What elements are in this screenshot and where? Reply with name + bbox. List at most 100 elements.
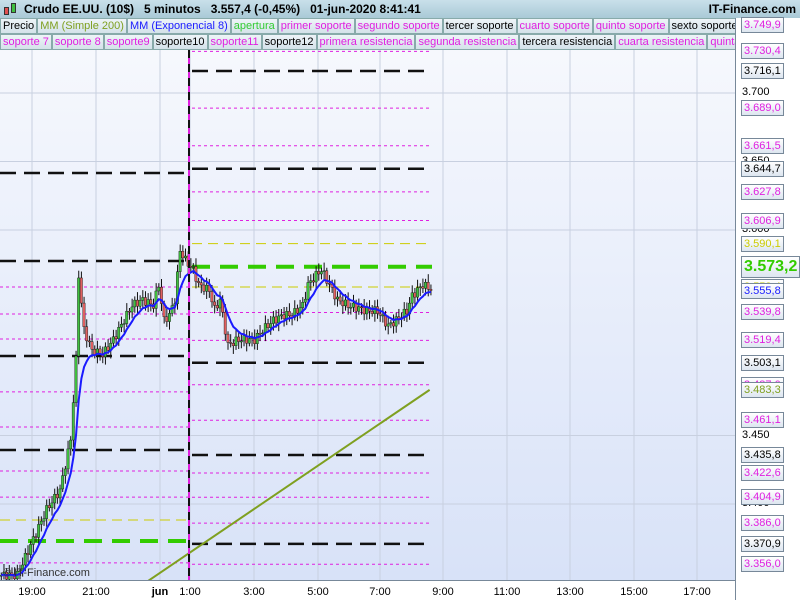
price-level-label: 3.435,8 [741,446,784,463]
price-level-label: 3.590,1 [741,235,784,252]
indicator-tab[interactable]: soporte 7 [0,34,52,50]
indicator-tab[interactable]: primera resistencia [316,34,416,50]
candle-body [178,251,182,272]
time-axis[interactable]: 19:00 21:00 jun 1:00 3:00 5:00 7:00 9:00 11:00 13… [0,580,735,600]
time-tick-label: 19:00 [18,586,46,598]
candle-body [234,336,238,346]
candle-body [319,271,323,275]
candle-body [130,306,134,313]
indicator-tab[interactable]: tercera resistencia [519,34,616,50]
candle-body [106,346,110,351]
watermark: © IT-Finance.com [3,567,90,579]
candle-body [197,281,200,283]
candle-body [87,340,91,343]
time-tick-label: 11:00 [493,586,521,598]
indicator-tab[interactable]: soporte10 [152,34,208,50]
candle-body [287,311,291,317]
candle-body [311,280,315,283]
candle-body [343,299,347,307]
timeframe[interactable]: 5 minutos [144,2,201,16]
candle-body [133,299,137,308]
indicator-tab[interactable]: sexto soporte [668,18,735,34]
title-bar: Crudo EE.UU. (10$) 5 minutos 3.557,4 (-0… [0,0,800,18]
price-level-label: 3.606,9 [741,212,784,229]
price-level-label: 3.661,5 [741,137,784,154]
candle-body [309,280,313,283]
candle-body [37,524,40,538]
price-chart[interactable] [0,50,735,580]
candle-body [416,287,419,298]
candle-body [34,536,38,538]
candle-body [90,341,94,350]
indicator-tab[interactable]: segunda resistencia [415,34,520,50]
candle-body [231,343,235,346]
current-price: 3.557,4 (-0,45%) [210,2,301,16]
candle-body [360,306,363,308]
time-tick-label: 1:00 [179,586,201,598]
candle-body [421,286,425,289]
candle-body [119,324,123,328]
indicator-tab[interactable]: cuarto soporte [516,18,593,34]
candle-body [247,338,251,344]
candle-body [63,468,67,476]
indicator-tab[interactable]: soporte 8 [51,34,104,50]
candle-body [349,307,353,309]
candle-body [386,323,390,327]
candle-body [327,283,331,285]
candle-body [263,323,267,334]
candle-body [168,313,171,322]
indicator-tab[interactable]: Precio [0,18,38,34]
candle-body [394,316,398,327]
candle-body [370,311,374,314]
candle-body [143,297,147,306]
indicator-tab[interactable]: apertura [230,18,278,34]
price-level-label: 3.555,8 [741,282,784,299]
candle-body [285,311,289,320]
candle-body [274,316,278,324]
indicator-tab[interactable]: soporte11 [207,34,262,50]
indicator-tab[interactable]: segundo soporte [354,18,443,34]
indicator-tab[interactable]: cuarta resistencia [615,34,708,50]
candle-body [341,300,345,307]
time-tick-label: 3:00 [243,586,265,598]
candle-body [79,277,83,304]
price-level-label: 3.483,3 [741,381,784,398]
candle-body [210,291,214,303]
candle-body [23,553,27,566]
datetime: 01-jun-2020 8:41:41 [310,2,421,16]
candlestick-logo-icon [2,1,20,17]
candle-body [111,336,115,344]
candle-body [213,301,216,306]
candle-body [365,307,369,315]
candle-body [405,308,409,315]
indicator-tab[interactable]: tercer soporte [442,18,517,34]
indicator-tab[interactable]: soporte9 [103,34,153,50]
candle-body [26,553,30,555]
time-tick-label: 17:00 [683,586,711,598]
candle-body [322,270,326,272]
price-level-label: 3.503,1 [741,354,784,371]
candle-body [279,314,283,317]
indicator-tabs-row-1: Precio MM (Simple 200) MM (Exponencial 8) a… [0,18,735,34]
price-tick-label: 3.700 [742,86,770,98]
last-price-label: 3.573,2 [741,255,800,278]
indicator-tab[interactable]: quinto soporte [592,18,669,34]
indicator-tab[interactable]: quinta r [707,34,735,50]
candle-body [229,342,232,344]
candle-body [424,282,427,289]
indicator-tab[interactable]: MM (Simple 200) [37,18,127,34]
candle-body [426,282,430,290]
candle-body [429,289,433,291]
candle-body [378,313,382,316]
price-level-label: 3.539,8 [741,304,784,321]
indicator-tab[interactable]: soporte12 [261,34,317,50]
indicator-tab[interactable]: primer soporte [277,18,355,34]
candle-body [125,310,129,324]
price-level-label: 3.404,9 [741,489,784,506]
indicator-tab[interactable]: MM (Exponencial 8) [126,18,231,34]
candle-body [381,314,385,317]
candle-body [338,296,342,302]
price-axis[interactable]: 3.7003.6503.6003.4503.4003.749,93.730,43… [735,16,800,600]
candle-body [357,306,361,312]
price-level-label: 3.356,0 [741,556,784,573]
